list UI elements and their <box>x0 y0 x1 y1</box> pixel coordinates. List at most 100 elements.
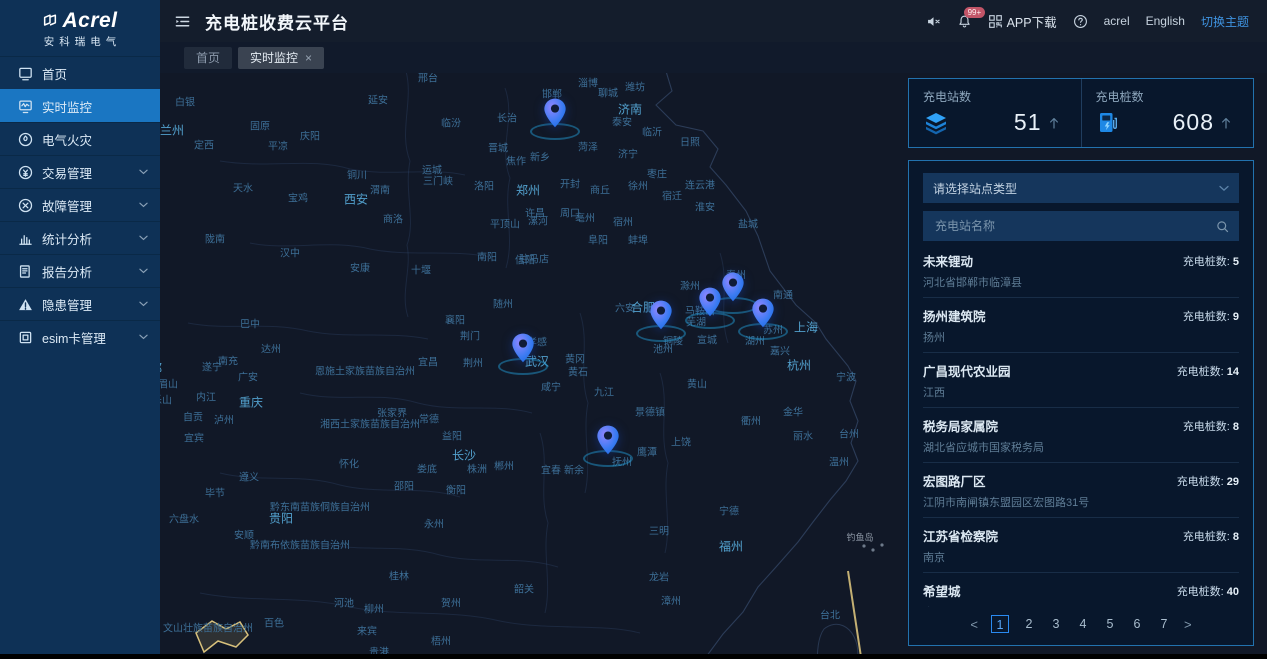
map-pin[interactable] <box>527 97 583 143</box>
station-pile-count: 充电桩数:5 <box>1183 253 1239 269</box>
map-city-label: 庆阳 <box>300 128 320 143</box>
map-city-label: 定西 <box>194 137 214 152</box>
stats-icon <box>18 231 33 246</box>
map-city-label: 重庆 <box>239 394 263 411</box>
map-city-label: 黔东南苗族侗族自治州 <box>270 499 370 514</box>
map-city-label: 益阳 <box>442 428 462 443</box>
sidebar-item-fault[interactable]: 故障管理 <box>0 188 160 221</box>
tab-bar: 首页 实时监控× <box>160 42 1267 73</box>
station-list-item[interactable]: 广昌现代农业园充电桩数:14江西 <box>923 353 1239 408</box>
chevron-down-icon <box>1219 185 1229 192</box>
app-download-label: APP下载 <box>1007 12 1057 31</box>
map-city-label: 恩施土家族苗族自治州 <box>315 363 415 378</box>
page-button-1[interactable]: 1 <box>991 615 1009 633</box>
page-button-2[interactable]: 2 <box>1022 617 1036 631</box>
map-city-label: 金华 <box>783 404 803 419</box>
mute-icon[interactable] <box>926 14 941 29</box>
tab-realtime-monitor[interactable]: 实时监控× <box>238 47 324 69</box>
map-pin[interactable] <box>682 286 738 332</box>
map-city-label: 宜春 <box>541 462 561 477</box>
sidebar-item-realtime-monitor[interactable]: 实时监控 <box>0 89 160 122</box>
map-city-label: 台北 <box>820 607 840 622</box>
username[interactable]: acrel <box>1104 14 1130 28</box>
station-search-input[interactable] <box>933 218 1216 234</box>
map-pin[interactable] <box>633 299 689 345</box>
page-button-6[interactable]: 6 <box>1130 617 1144 631</box>
close-icon[interactable]: × <box>305 52 312 64</box>
page-button-5[interactable]: 5 <box>1103 617 1117 631</box>
map-city-label: 三明 <box>649 523 669 538</box>
map-city-label: 台州 <box>839 426 859 441</box>
next-page-button[interactable]: > <box>1184 617 1192 632</box>
sidebar-item-home[interactable]: 首页 <box>0 56 160 89</box>
search-icon[interactable] <box>1216 220 1229 233</box>
map-city-label: 宣城 <box>697 332 717 347</box>
fire-icon <box>18 132 33 147</box>
map-city-label: 泰安 <box>612 114 632 129</box>
sidebar-item-esim[interactable]: esim卡管理 <box>0 320 160 353</box>
station-pile-count: 充电桩数:14 <box>1177 363 1239 379</box>
map-city-label: 张家界 <box>377 405 407 420</box>
station-list-item[interactable]: 税务局家属院充电桩数:8湖北省应城市国家税务局 <box>923 408 1239 463</box>
sidebar-item-report[interactable]: 报告分析 <box>0 254 160 287</box>
station-list-item[interactable]: 宏图路厂区充电桩数:29江阴市南闸镇东盟园区宏图路31号 <box>923 463 1239 518</box>
notification-badge: 99+ <box>964 7 986 19</box>
map-pin[interactable] <box>580 424 636 470</box>
map-city-label: 邢台 <box>418 73 438 85</box>
location-pin-icon <box>595 424 622 456</box>
map-city-label: 咸宁 <box>541 379 561 394</box>
language-switch[interactable]: English <box>1146 14 1185 28</box>
station-pile-count: 充电桩数:40 <box>1177 583 1239 599</box>
map-city-label: 钓鱼岛 <box>846 531 873 544</box>
map-pin[interactable] <box>495 332 551 378</box>
map-pin[interactable] <box>735 297 791 343</box>
map-city-label: 宿州 <box>613 214 633 229</box>
sidebar-item-label: 首页 <box>42 64 148 83</box>
sidebar-item-statistics[interactable]: 统计分析 <box>0 221 160 254</box>
map-city-label: 韶关 <box>514 581 534 596</box>
station-list-item[interactable]: 江苏省检察院充电桩数:8南京 <box>923 518 1239 573</box>
collapse-menu-icon[interactable] <box>174 13 191 30</box>
map-city-label: 永州 <box>424 516 444 531</box>
page-button-7[interactable]: 7 <box>1157 617 1171 631</box>
map-city-label: 丽水 <box>793 428 813 443</box>
location-pin-icon <box>542 97 569 129</box>
map-city-label: 贺州 <box>441 595 461 610</box>
sidebar-item-electric-fire[interactable]: 电气火灾 <box>0 122 160 155</box>
map-city-label: 淮安 <box>695 199 715 214</box>
tab-home[interactable]: 首页 <box>184 47 232 69</box>
help-icon[interactable] <box>1073 14 1088 29</box>
map-city-label: 济宁 <box>618 146 638 161</box>
map-city-label: 嘉兴 <box>770 343 790 358</box>
notifications-bell-icon[interactable]: 99+ <box>957 14 972 29</box>
brand-logo: Acrel 安科瑞电气 <box>0 0 160 56</box>
station-list-item[interactable]: 未来锂动充电桩数:5河北省邯郸市临漳县 <box>923 243 1239 298</box>
sidebar-item-hazard[interactable]: 隐患管理 <box>0 287 160 320</box>
theme-switch[interactable]: 切换主题 <box>1201 13 1249 30</box>
station-count-card: 充电站数 51 <box>909 79 1081 147</box>
map-city-label: 郴州 <box>494 458 514 473</box>
map-city-label: 宁波 <box>836 369 856 384</box>
map-city-label: 平凉 <box>268 138 288 153</box>
page-button-4[interactable]: 4 <box>1076 617 1090 631</box>
station-list-item[interactable]: 希望城充电桩数:40广西 <box>923 573 1239 607</box>
map-city-label: 兰州 <box>160 122 184 139</box>
prev-page-button[interactable]: < <box>970 617 978 632</box>
site-type-select[interactable]: 请选择站点类型 <box>923 173 1239 203</box>
station-count-value: 51 <box>1014 109 1042 136</box>
map-city-label: 聊城 <box>598 85 618 100</box>
map-city-label: 三门峡 <box>423 173 453 188</box>
map-city-label: 漳州 <box>661 593 681 608</box>
station-list-item[interactable]: 扬州建筑院充电桩数:9扬州 <box>923 298 1239 353</box>
tab-label: 首页 <box>196 49 220 66</box>
map-city-label: 长治 <box>497 110 517 125</box>
location-pin-icon <box>510 332 537 364</box>
app-download-button[interactable]: APP下载 <box>988 12 1057 31</box>
page-button-3[interactable]: 3 <box>1049 617 1063 631</box>
sidebar-item-transaction[interactable]: 交易管理 <box>0 155 160 188</box>
map-city-label: 宁德 <box>719 503 739 518</box>
site-type-select-value: 请选择站点类型 <box>933 180 1017 197</box>
map-city-label: 宜宾 <box>184 430 204 445</box>
station-pile-count: 充电桩数:8 <box>1183 418 1239 434</box>
map-city-label: 贵港 <box>369 644 389 655</box>
